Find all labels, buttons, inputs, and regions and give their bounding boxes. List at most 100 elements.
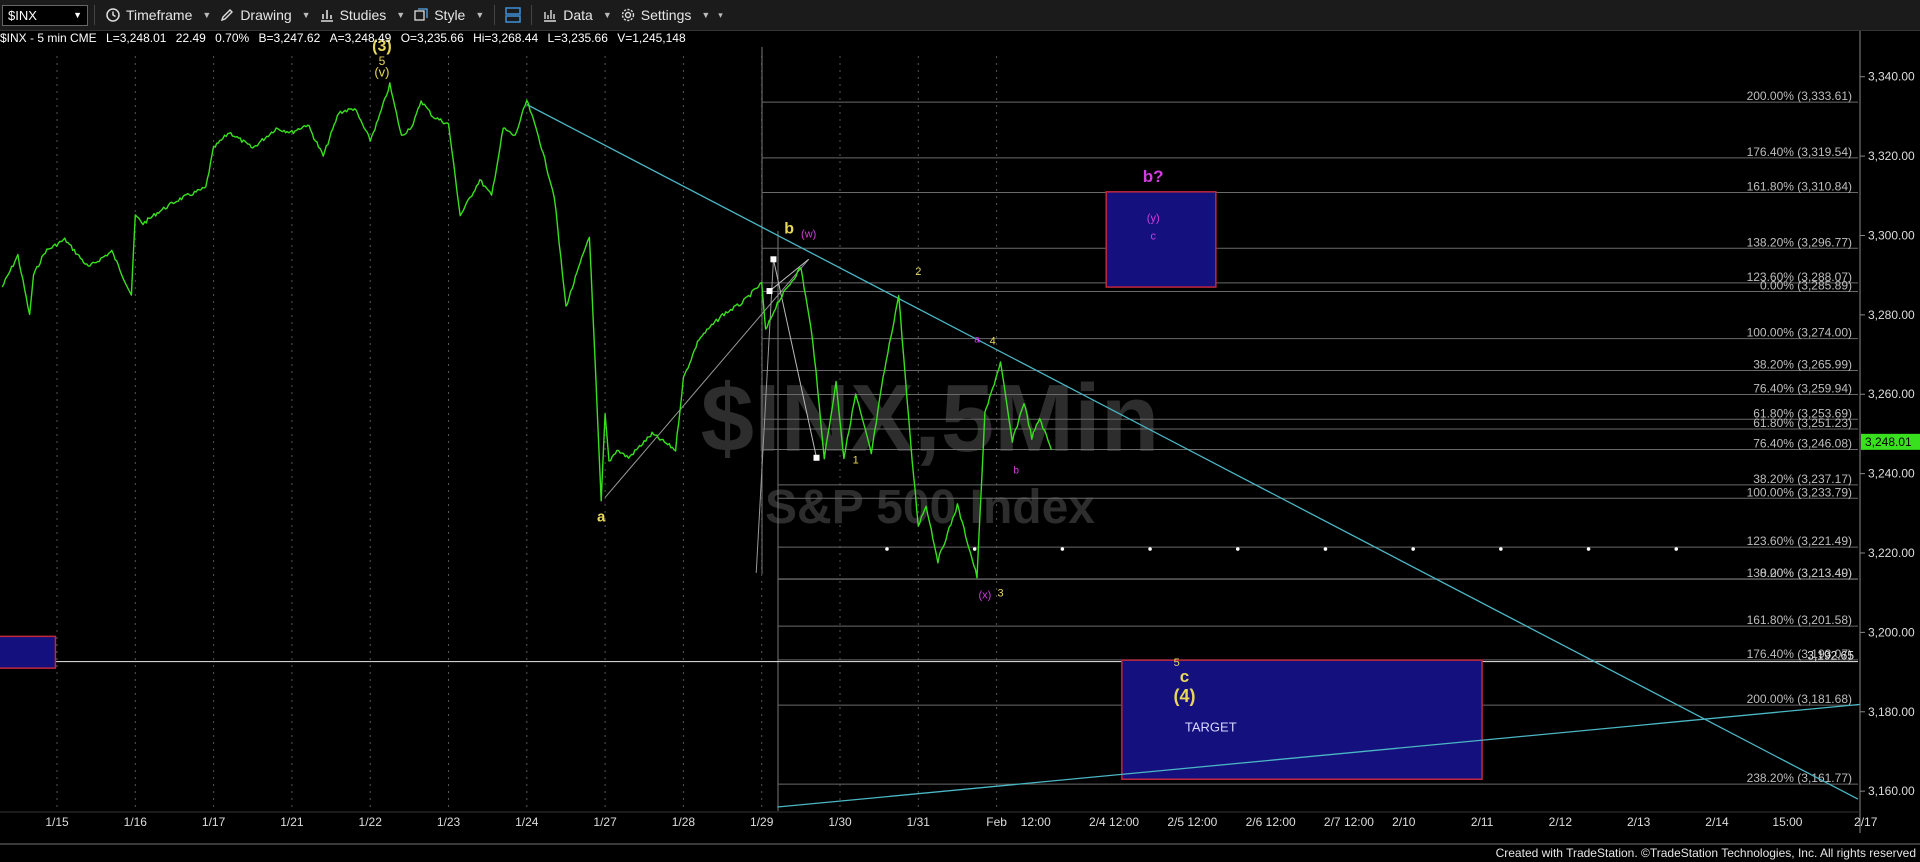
y-tick-label: 3,180.00 [1868,705,1915,719]
fib-level-label: 100.00% (3,274.00) [1747,326,1852,340]
ask-value: A=3,248.49 [329,31,392,45]
layout-icon [505,7,522,23]
toolbar-divider [94,5,95,25]
caret-down-icon: ▼ [202,10,212,20]
reference-hline-label: 3,192.65 [1807,649,1854,663]
fib-level-label: 76.40% (3,259.94) [1753,381,1852,395]
caret-down-icon: ▼ [475,10,485,20]
caret-down-icon: ▼ [396,10,406,20]
wave-label: 2 [915,266,921,278]
copyright-text: Created with TradeStation. ©TradeStation… [1495,846,1916,860]
fib-level-label: 61.80% (3,251.23) [1753,416,1852,430]
wave-label: b [784,221,794,238]
wave-label: (y) [1147,213,1160,225]
fib-level-label: 123.60% (3,221.49) [1747,534,1852,548]
x-tick-label: Feb [986,815,1007,829]
gear-icon [621,8,634,22]
high-value: Hi=3,268.44 [473,31,539,45]
pencil-icon [221,9,234,22]
toolbar-divider [494,5,496,25]
y-tick-label: 3,340.00 [1868,70,1915,84]
fib-level-label: 161.80% (3,310.84) [1747,179,1852,193]
fib-level-label: 200.00% (3,333.61) [1747,89,1852,103]
wave-label: b? [1143,167,1164,186]
change-percent: 0.70% [215,31,250,45]
symbol-selector[interactable]: $INX ▼ [2,4,88,26]
studies-icon [320,10,333,22]
dotted-level-dot [972,547,977,551]
fib-level-label: 176.40% (3,319.54) [1747,145,1852,159]
dotted-level-dot [1323,547,1328,551]
open-value: O=3,235.66 [400,31,464,45]
horizontal-scrollbar[interactable] [0,843,1920,845]
style-icon [414,8,428,21]
watermark-symbol: $INX,5Min [701,365,1160,472]
dotted-level-dot [885,547,889,551]
x-tick-label: 2/7 12:00 [1324,815,1374,829]
wave-label: 4 [990,336,996,348]
y-tick-label: 3,280.00 [1868,308,1915,322]
timeframe-button[interactable]: Timeframe ▼ [101,7,215,23]
fib-level-label: 0.00% (3,285.89) [1760,278,1852,292]
drawing-button[interactable]: Drawing ▼ [215,7,314,23]
x-tick-label: 12:00 [1021,815,1051,829]
bid-value: B=3,247.62 [258,31,321,45]
wave-label: (4) [1174,686,1196,706]
last-price-label: 3,248.01 [1865,435,1912,449]
style-label: Style [434,7,466,23]
x-tick-label: 2/5 12:00 [1167,815,1217,829]
dotted-level-dot [1148,547,1152,551]
x-tick-label: 1/24 [515,815,539,829]
settings-button[interactable]: Settings ▼ [616,7,715,23]
target-label: TARGET [1185,720,1237,735]
x-tick-label: 15:00 [1772,815,1802,829]
studies-button[interactable]: Studies ▼ [315,7,410,23]
fib-level-label: 161.80% (3,201.58) [1747,613,1852,627]
price-chart[interactable]: $INX,5MinS&P 500 Index200.00% (3,333.61)… [0,31,1920,843]
fib-level-label: 38.20% (3,237.17) [1753,472,1852,486]
x-tick-label: 1/17 [202,815,226,829]
fib-level-label: 238.20% (3,161.77) [1747,771,1852,785]
last-price-value: L=3,248.01 [106,31,167,45]
chevron-down-icon: ▼ [73,10,82,20]
x-tick-label: 1/21 [280,815,304,829]
zone-box [1105,191,1217,288]
anchor-marker [770,256,777,263]
style-button[interactable]: Style ▼ [409,7,488,23]
wave-label: a [597,508,606,525]
x-tick-label: 1/30 [828,815,852,829]
drawing-label: Drawing [240,7,292,23]
wave-label: 3 [997,588,1003,600]
change-value: 22.49 [175,31,206,45]
caret-down-icon: ▼ [602,10,612,20]
low-value: L=3,235.66 [547,31,608,45]
y-tick-label: 3,160.00 [1868,784,1915,798]
dotted-level-dot [1499,547,1503,551]
y-tick-label: 3,220.00 [1868,546,1915,560]
data-label: Data [563,7,593,23]
dotted-level-dot [1411,547,1415,551]
y-tick-label: 3,300.00 [1868,228,1915,242]
x-tick-label: 1/16 [124,815,148,829]
data-button[interactable]: Data ▼ [538,7,616,23]
y-tick-label: 3,200.00 [1868,625,1915,639]
dotted-level-dot [1235,547,1240,551]
toolbar-divider [531,5,533,25]
layout-button[interactable] [501,4,525,26]
x-tick-label: 2/12 [1549,815,1573,829]
fib-level-label: 138.20% (3,213.40) [1747,566,1852,580]
anchor-marker [766,288,773,295]
fib-level-label: 76.40% (3,246.08) [1753,436,1852,450]
fib-level-label: 138.20% (3,296.77) [1747,235,1852,249]
x-tick-label: 2/10 [1392,815,1416,829]
target-zone [1121,659,1483,780]
overflow-button[interactable]: ▾ [714,10,727,21]
fib-level-label: 38.20% (3,265.99) [1753,357,1852,371]
y-tick-label: 3,240.00 [1868,467,1915,481]
toolbar: $INX ▼ Timeframe ▼ Drawing ▼ Studies ▼ S… [0,0,1920,31]
x-tick-label: 1/27 [593,815,617,829]
x-tick-label: 1/28 [672,815,696,829]
fib-level-label: 100.00% (3,233.79) [1747,485,1852,499]
x-tick-label: 2/17 [1854,815,1878,829]
wave-label: (w) [801,228,816,240]
